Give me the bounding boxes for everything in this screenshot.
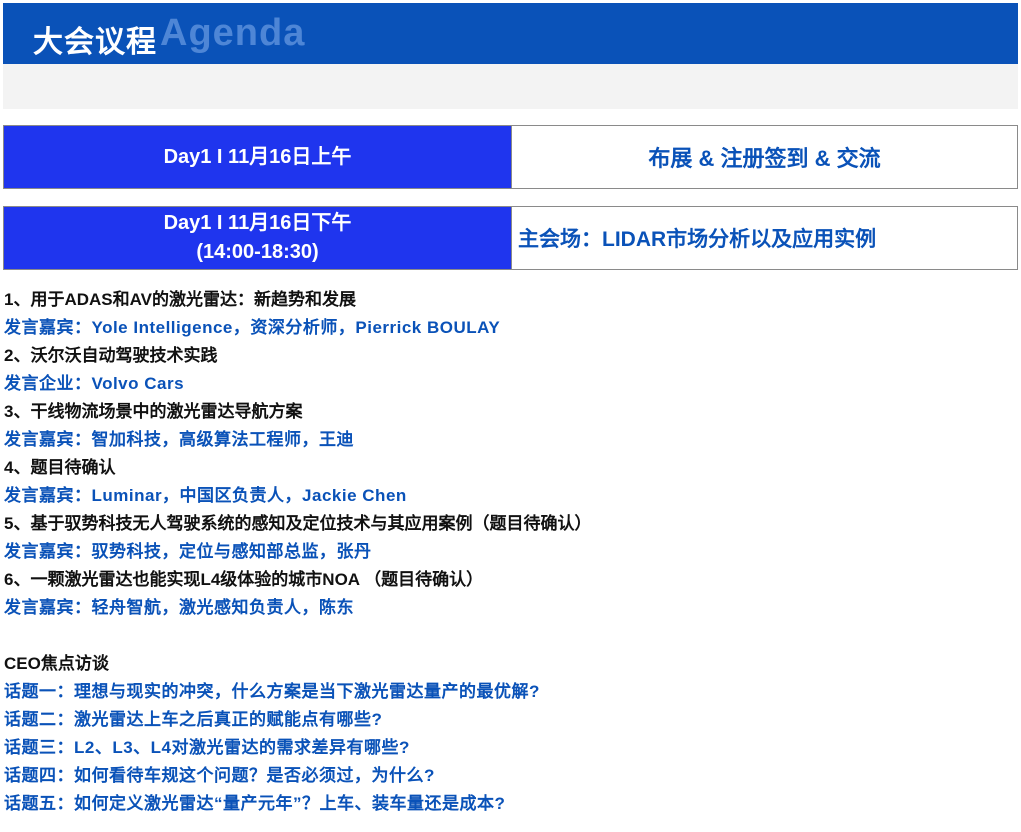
agenda-speaker: 发言嘉宾：智加科技，高级算法工程师，王迪 bbox=[4, 430, 354, 449]
agenda-topic: 3、干线物流场景中的激光雷达导航方案 bbox=[4, 402, 303, 421]
day-cell-afternoon-label: Day1 I 11月16日下午 bbox=[163, 212, 352, 234]
agenda-speaker: 发言嘉宾：驭势科技，定位与感知部总监，张丹 bbox=[4, 542, 372, 561]
ceo-topic: 话题五：如何定义激光雷达“量产元年”？上车、装车量还是成本? bbox=[4, 794, 506, 813]
ceo-topic: 话题三：L2、L3、L4对激光雷达的需求差异有哪些? bbox=[4, 738, 410, 757]
session-cell-morning: 布展 & 注册签到 & 交流 bbox=[511, 126, 1017, 188]
agenda-topic: 1、用于ADAS和AV的激光雷达：新趋势和发展 bbox=[4, 290, 356, 309]
agenda-speaker: 发言嘉宾：Luminar，中国区负责人，Jackie Chen bbox=[4, 486, 407, 505]
ceo-topic: 话题四：如何看待车规这个问题？是否必须过，为什么? bbox=[4, 766, 435, 785]
session-cell-afternoon: 主会场：LIDAR市场分析以及应用实例 bbox=[511, 207, 1017, 269]
ceo-topic: 话题一：理想与现实的冲突，什么方案是当下激光雷达量产的最优解? bbox=[4, 682, 540, 701]
header-title-en: Agenda bbox=[160, 12, 306, 54]
agenda-topic: 2、沃尔沃自动驾驶技术实践 bbox=[4, 346, 218, 365]
agenda-speaker: 发言嘉宾：Yole Intelligence，资深分析师，Pierrick BO… bbox=[4, 318, 501, 337]
ceo-topic: 话题二：激光雷达上车之后真正的赋能点有哪些? bbox=[4, 710, 383, 729]
header-subband bbox=[3, 64, 1018, 109]
ceo-heading: CEO焦点访谈 bbox=[4, 654, 109, 673]
agenda-header: 大会议程 Agenda bbox=[3, 3, 1018, 64]
schedule-row-afternoon: Day1 I 11月16日下午 (14:00-18:30) 主会场：LIDAR市… bbox=[3, 206, 1018, 270]
schedule-row-morning: Day1 I 11月16日上午 布展 & 注册签到 & 交流 bbox=[3, 125, 1018, 189]
header-title-cn: 大会议程 bbox=[33, 26, 157, 59]
agenda-topic: 4、题目待确认 bbox=[4, 458, 116, 477]
agenda-speaker: 发言嘉宾：轻舟智航，激光感知负责人，陈东 bbox=[4, 598, 354, 617]
agenda-topic: 6、一颗激光雷达也能实现L4级体验的城市NOA （题目待确认） bbox=[4, 570, 484, 589]
day-cell-morning: Day1 I 11月16日上午 bbox=[4, 126, 511, 188]
day-cell-afternoon-time: (14:00-18:30) bbox=[196, 241, 319, 263]
agenda-list: 1、用于ADAS和AV的激光雷达：新趋势和发展 发言嘉宾：Yole Intell… bbox=[4, 286, 1014, 818]
agenda-topic: 5、基于驭势科技无人驾驶系统的感知及定位技术与其应用案例（题目待确认） bbox=[4, 514, 592, 533]
agenda-speaker: 发言企业：Volvo Cars bbox=[4, 374, 185, 393]
day-cell-afternoon: Day1 I 11月16日下午 (14:00-18:30) bbox=[4, 207, 511, 269]
